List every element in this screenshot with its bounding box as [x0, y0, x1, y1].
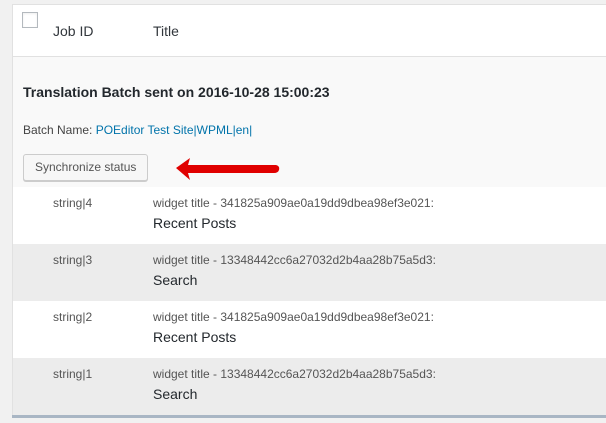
- table-row[interactable]: string|1 widget title - 13348442cc6a2703…: [13, 358, 606, 415]
- table-footer-border: [12, 415, 606, 418]
- row-job-id: string|3: [53, 253, 93, 267]
- table-row[interactable]: string|4 widget title - 341825a909ae0a19…: [13, 187, 606, 244]
- row-string-value: Recent Posts: [153, 329, 237, 345]
- batch-name: Batch Name: POEditor Test Site|WPML|en|: [23, 123, 252, 137]
- row-string-value: Search: [153, 386, 198, 402]
- red-arrow-icon: [176, 158, 280, 180]
- table-row[interactable]: string|2 widget title - 341825a909ae0a19…: [13, 301, 606, 358]
- row-string-value: Search: [153, 272, 198, 288]
- batch-name-link[interactable]: POEditor Test Site|WPML|en|: [96, 123, 253, 137]
- row-job-id: string|4: [53, 196, 93, 210]
- batch-name-label: Batch Name:: [23, 123, 96, 137]
- column-header-title[interactable]: Title: [153, 23, 179, 39]
- row-string-name: widget title - 13348442cc6a27032d2b4aa28…: [153, 253, 436, 267]
- synchronize-status-button[interactable]: Synchronize status: [23, 154, 149, 181]
- select-all-checkbox[interactable]: [22, 12, 38, 28]
- batch-heading: Translation Batch sent on 2016-10-28 15:…: [23, 84, 330, 100]
- translation-batch: Translation Batch sent on 2016-10-28 15:…: [13, 57, 606, 187]
- row-string-name: widget title - 13348442cc6a27032d2b4aa28…: [153, 367, 436, 381]
- row-job-id: string|2: [53, 310, 93, 324]
- row-string-name: widget title - 341825a909ae0a19dd9dbea98…: [153, 310, 434, 324]
- row-string-name: widget title - 341825a909ae0a19dd9dbea98…: [153, 196, 434, 210]
- row-string-value: Recent Posts: [153, 215, 237, 231]
- jobs-table: Job ID Title Translation Batch sent on 2…: [12, 4, 606, 418]
- table-row[interactable]: string|3 widget title - 13348442cc6a2703…: [13, 244, 606, 301]
- table-header: Job ID Title: [13, 5, 606, 57]
- row-job-id: string|1: [53, 367, 93, 381]
- column-header-job-id[interactable]: Job ID: [53, 23, 93, 39]
